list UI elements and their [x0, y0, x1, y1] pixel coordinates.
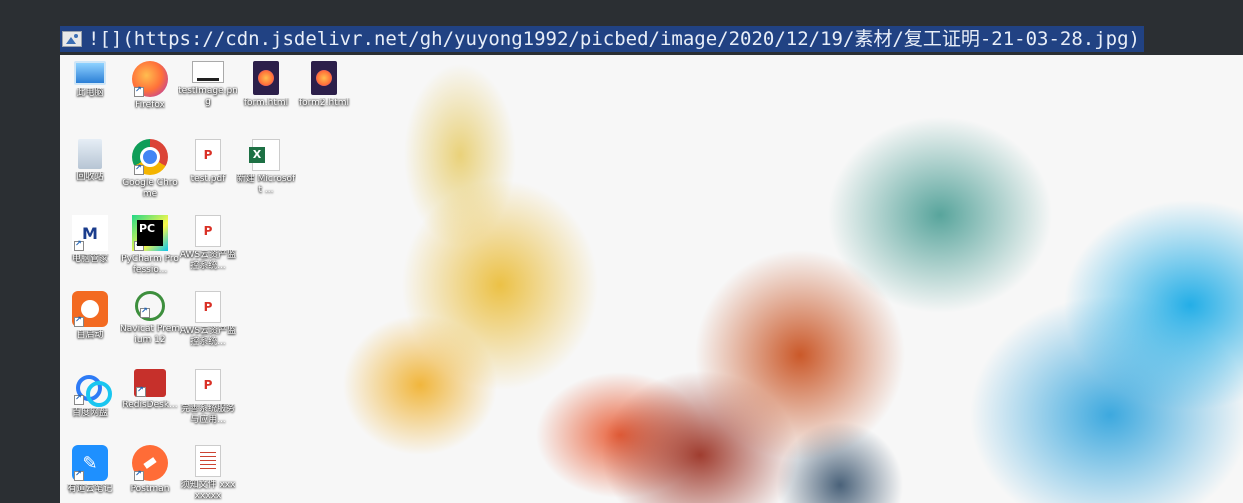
- desktop-icon[interactable]: P AWS云资产监控系统...: [178, 287, 238, 359]
- desktop-icon-label: Postman: [130, 484, 170, 494]
- desktop-icon-label: 此电脑: [76, 88, 104, 98]
- desktop-icon[interactable]: 回收站: [60, 135, 120, 207]
- shortcut-arrow-icon: [134, 239, 144, 251]
- shortcut-arrow-icon: [74, 239, 84, 251]
- autorun-app-icon: [72, 291, 108, 327]
- shortcut-arrow-icon: [74, 315, 84, 327]
- desktop-icon-label: 百度网盘: [71, 408, 108, 418]
- desktop-icon-label: form2.html: [298, 98, 350, 108]
- desktop-icon[interactable]: form.html: [236, 57, 296, 129]
- pdf-file-icon: P: [195, 139, 221, 171]
- desktop-icon[interactable]: 须知文件 xxxxxxxx: [178, 441, 238, 503]
- notes-app-icon: [72, 445, 108, 481]
- desktop-icon-label: 须知文件 xxxxxxxx: [180, 480, 236, 501]
- recycle-bin-icon: [78, 139, 102, 169]
- desktop-icon[interactable]: testImage.png: [178, 57, 238, 129]
- selected-markdown-text[interactable]: ![](https://cdn.jsdelivr.net/gh/yuyong19…: [60, 26, 1144, 52]
- desktop-icon-label: AWS云资产监控系统...: [179, 326, 237, 347]
- shortcut-arrow-icon: [134, 469, 144, 481]
- desktop-icon-label: PyCharm Professio...: [121, 254, 179, 275]
- shortcut-arrow-icon: [74, 393, 84, 405]
- redis-desktop-icon: [134, 369, 166, 397]
- desktop-icon[interactable]: Postman: [120, 441, 180, 503]
- desktop-icon-label: 电脑管家: [71, 254, 108, 264]
- desktop-icon-label: 自启动: [76, 330, 104, 340]
- navicat-icon: [135, 291, 165, 321]
- desktop-icon[interactable]: RedisDesk...: [120, 365, 180, 437]
- desktop-icon-label: Google Chrome: [122, 178, 178, 199]
- desktop-icon-label: testImage.png: [178, 86, 238, 107]
- shortcut-arrow-icon: [140, 306, 150, 318]
- html-file-icon: [253, 61, 279, 95]
- markdown-image-link[interactable]: ![](https://cdn.jsdelivr.net/gh/yuyong19…: [88, 26, 1140, 52]
- pdf-file-icon: P: [195, 291, 221, 323]
- desktop-icon[interactable]: Firefox: [120, 57, 180, 129]
- desktop-icon[interactable]: PyCharm Professio...: [120, 211, 180, 283]
- html-file-icon: [311, 61, 337, 95]
- shortcut-arrow-icon: [134, 85, 144, 97]
- image-file-icon: [62, 31, 82, 47]
- shortcut-arrow-icon: [134, 163, 144, 175]
- desktop-icon-label: RedisDesk...: [122, 400, 178, 410]
- desktop-icon-label: test.pdf: [190, 174, 226, 184]
- desktop-icon-label: Firefox: [135, 100, 165, 110]
- editor-line[interactable]: ![](https://cdn.jsdelivr.net/gh/yuyong19…: [60, 26, 1144, 52]
- desktop-icon-label: 回收站: [76, 172, 104, 182]
- shortcut-arrow-icon: [74, 469, 84, 481]
- document-file-icon: [195, 445, 221, 477]
- desktop-icon-label: Navicat Premium 12: [120, 324, 180, 345]
- desktop-icon[interactable]: Google Chrome: [120, 135, 180, 207]
- desktop-icon[interactable]: P AWS云资产监控系统...: [178, 211, 238, 283]
- computer-icon: [74, 61, 106, 85]
- shortcut-arrow-icon: [136, 385, 146, 397]
- firefox-icon: [132, 61, 168, 97]
- image-file-icon: [192, 61, 224, 83]
- chrome-icon: [132, 139, 168, 175]
- desktop-icon[interactable]: 自启动: [60, 287, 120, 359]
- pdf-file-icon: P: [195, 369, 221, 401]
- desktop-icon[interactable]: 新建 Microsoft ...: [236, 135, 296, 207]
- desktop-icon-label: form.html: [243, 98, 289, 108]
- desktop-icon[interactable]: 有道云笔记: [60, 441, 120, 503]
- desktop-icon[interactable]: Ptest.pdf: [178, 135, 238, 207]
- desktop-icon-label: 新建 Microsoft ...: [236, 174, 296, 195]
- desktop-icon[interactable]: Navicat Premium 12: [120, 287, 180, 359]
- desktop-wallpaper: 此电脑 Firefox testImage.png form.html form2.ht…: [60, 55, 1243, 503]
- desktop-icon-label: 完善系统服务与应用...: [180, 404, 235, 425]
- excel-file-icon: [249, 139, 280, 171]
- desktop-icon[interactable]: form2.html: [294, 57, 354, 129]
- pycharm-icon: [132, 215, 168, 251]
- desktop-icon[interactable]: P 完善系统服务与应用...: [178, 365, 238, 437]
- desktop-icon[interactable]: M 电脑管家: [60, 211, 120, 283]
- baidu-netdisk-icon: [72, 369, 112, 407]
- desktop-icon[interactable]: 百度网盘: [60, 365, 120, 437]
- mi-app-icon: M: [72, 215, 108, 251]
- desktop-icon-label: 有道云笔记: [67, 484, 113, 494]
- desktop-icon[interactable]: 此电脑: [60, 57, 120, 129]
- pdf-file-icon: P: [195, 215, 221, 247]
- desktop-icon-label: AWS云资产监控系统...: [179, 250, 237, 271]
- postman-icon: [132, 445, 168, 481]
